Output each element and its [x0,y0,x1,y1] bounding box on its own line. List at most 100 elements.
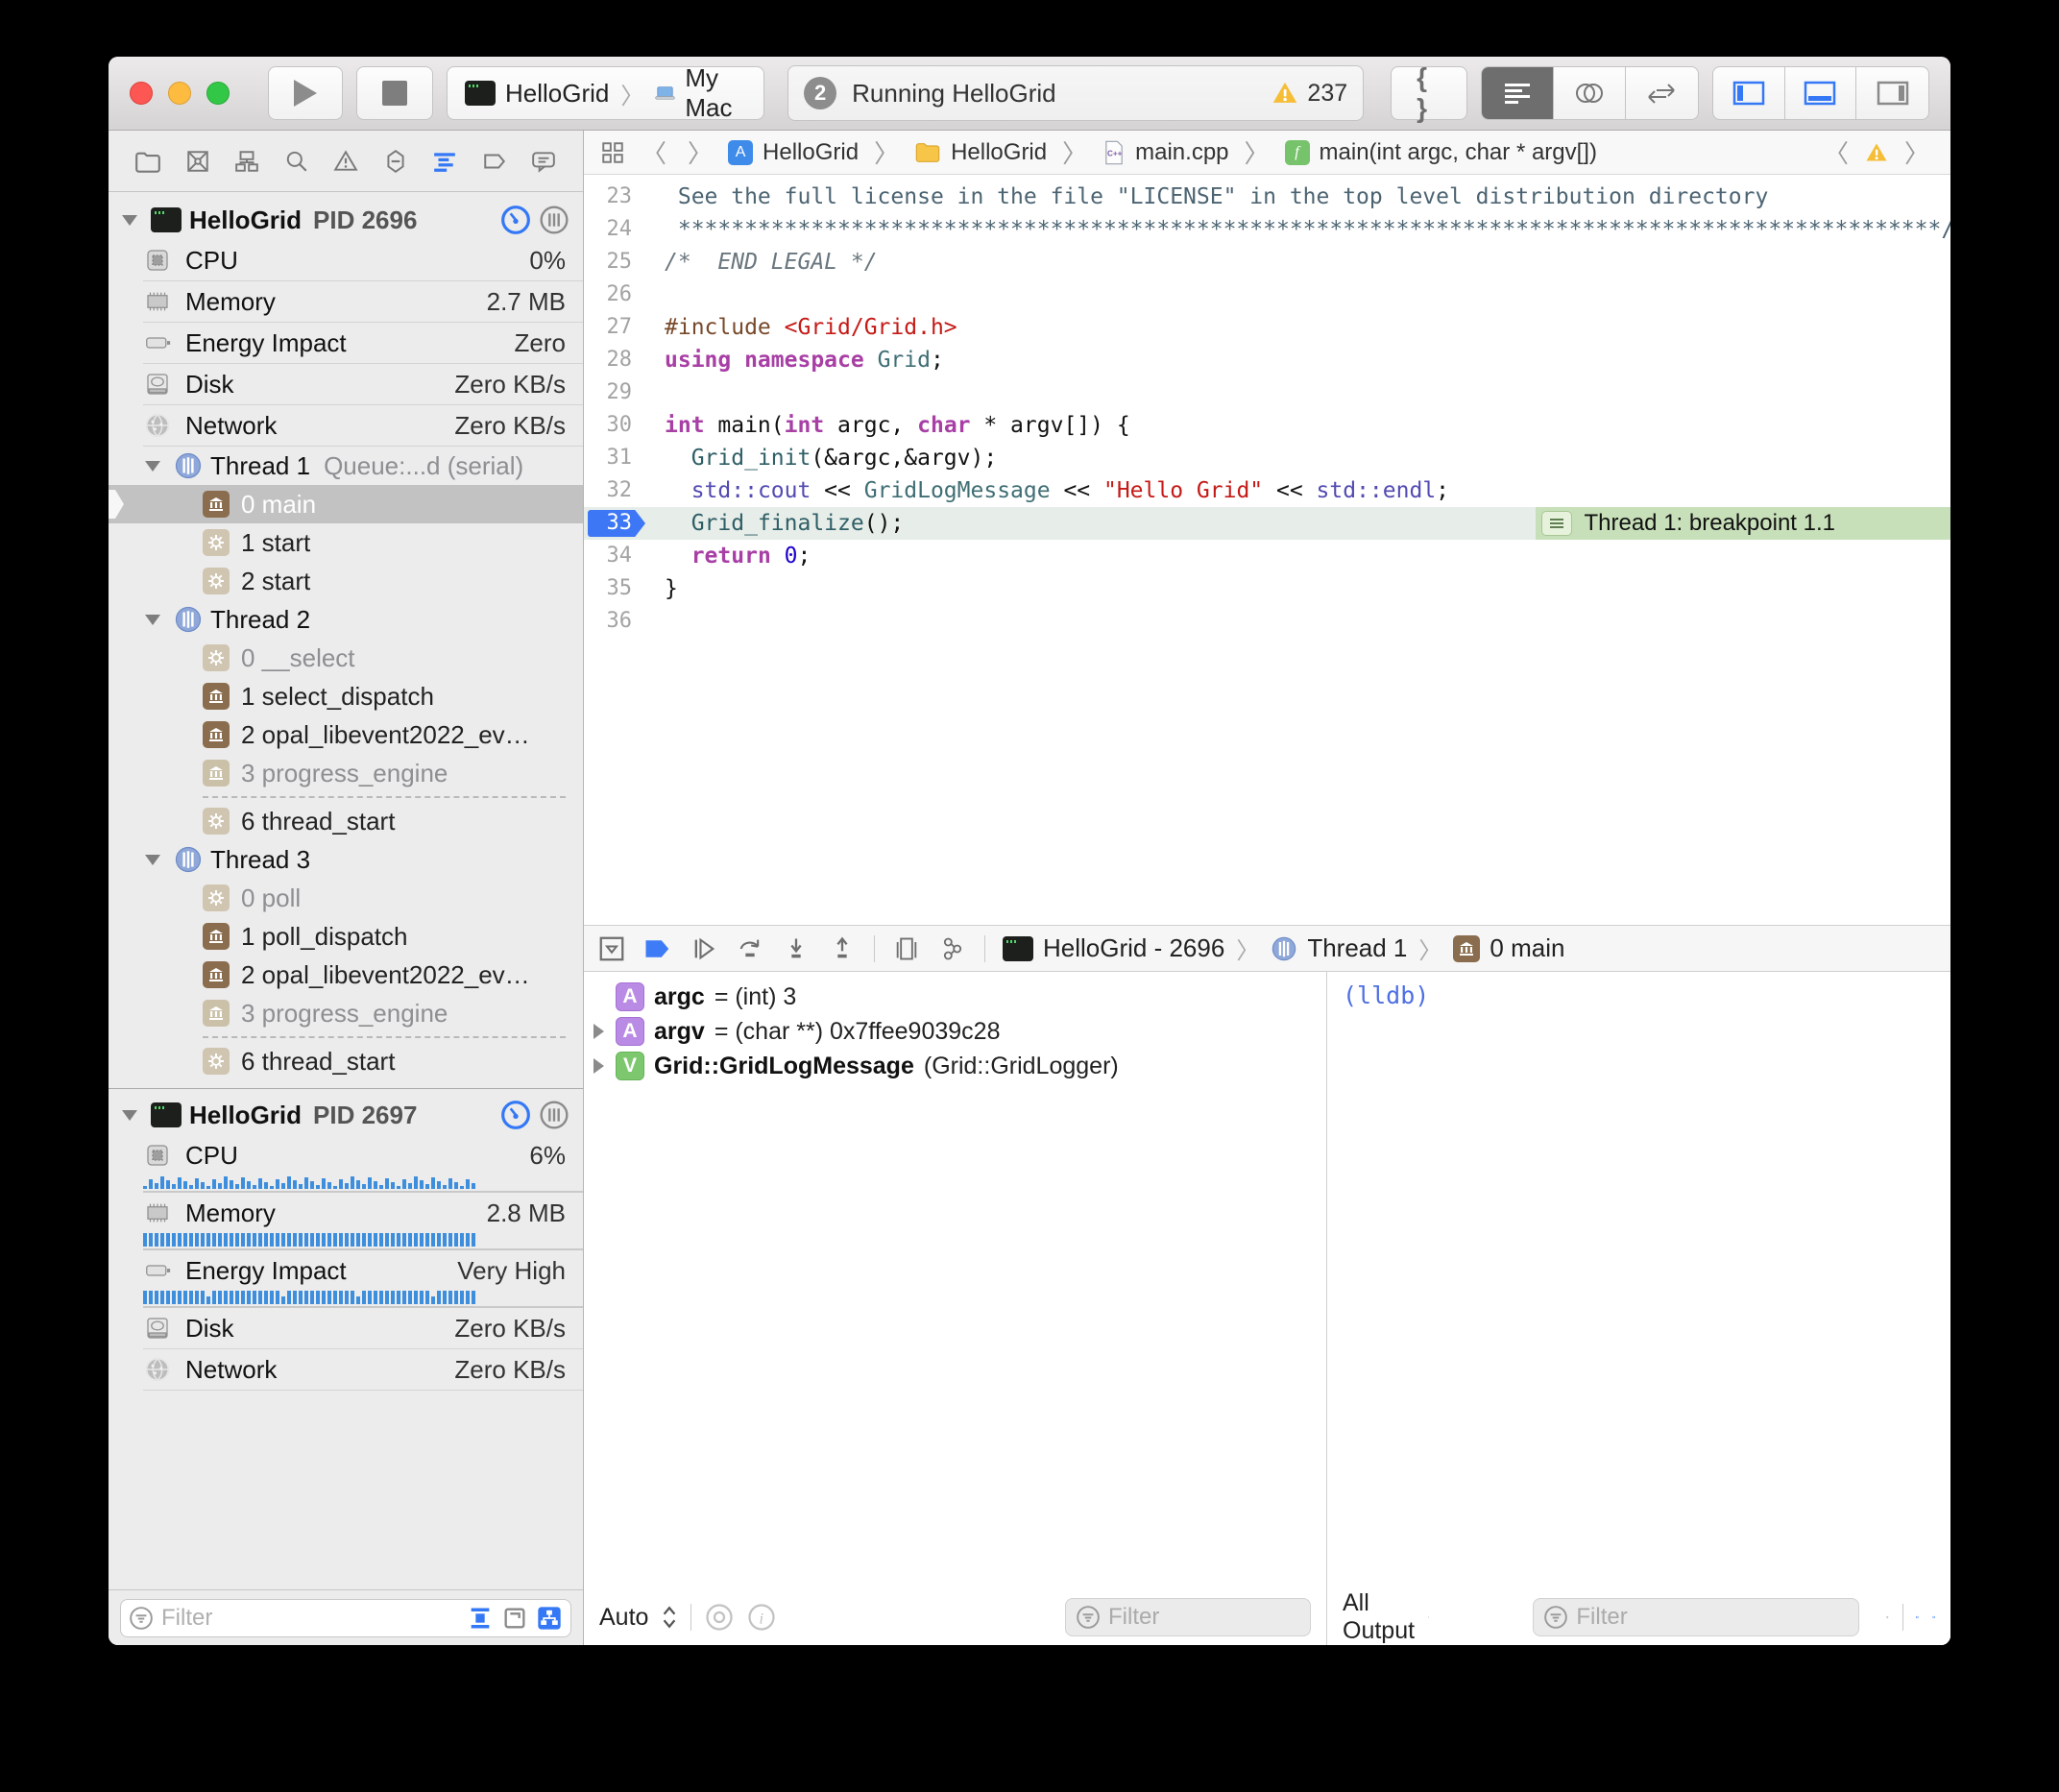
code-text[interactable]: } [647,572,678,605]
scheme-selector[interactable]: HelloGrid 〉 My Mac [447,66,764,120]
stack-frame-row[interactable]: 6 thread_start [109,1042,583,1080]
project-navigator-icon[interactable] [133,149,162,174]
stepper-icon[interactable] [662,1605,677,1630]
code-text[interactable]: See the full license in the file "LICENS… [647,181,1768,213]
issue-navigator-icon[interactable] [331,149,360,174]
disclosure-triangle[interactable] [122,1110,137,1121]
code-text[interactable]: int main(int argc, char * argv[]) { [647,409,1130,442]
gauge-row-energy-impact[interactable]: Energy ImpactZero [143,323,583,364]
show-crashed-threads-filter-icon[interactable] [501,1605,528,1632]
performance-gauge-icon[interactable] [500,1100,531,1130]
step-into-icon[interactable] [782,935,811,962]
stack-frame-row[interactable]: 6 thread_start [109,802,583,840]
show-console-view-icon[interactable] [1932,1603,1935,1632]
console-scope-popup[interactable]: All Output [1343,1589,1415,1645]
code-text[interactable]: std::cout << GridLogMessage << "Hello Gr… [647,474,1449,507]
quick-look-icon[interactable] [705,1603,734,1632]
hide-debug-area-icon[interactable] [597,934,626,963]
line-number[interactable]: 32 [584,474,647,507]
gauge-row-energy-impact[interactable]: Energy ImpactVery High [143,1250,583,1308]
show-running-blocks-filter-icon[interactable] [467,1605,494,1632]
code-text[interactable]: Grid_finalize(); [647,507,904,540]
memory-report-icon[interactable] [539,1100,569,1130]
variable-row[interactable]: Aargv= (char **) 0x7ffee9039c28 [584,1014,1326,1049]
variable-row[interactable]: VGrid::GridLogMessage(Grid::GridLogger) [584,1049,1326,1083]
code-text[interactable]: using namespace Grid; [647,344,944,376]
view-process-hierarchy-icon[interactable] [536,1605,563,1632]
standard-editor-button[interactable] [1482,67,1554,119]
thread-row[interactable]: Thread 1Queue:...d (serial) [109,447,583,485]
process-row[interactable]: HelloGridPID 2696 [109,200,583,240]
debugbar-thread[interactable]: Thread 1 [1307,933,1407,963]
code-text[interactable]: /* END LEGAL */ [647,246,878,278]
thread-row[interactable]: Thread 2 [109,600,583,639]
line-number[interactable]: 27 [584,311,647,344]
continue-execution-icon[interactable] [690,935,718,962]
line-number[interactable]: 28 [584,344,647,376]
debug-navigator-icon[interactable] [430,149,459,174]
annotation-menu-icon[interactable] [1541,511,1572,536]
breakpoint-navigator-icon[interactable] [480,149,509,174]
stack-frame-row[interactable]: 2 start [109,562,583,600]
search-navigator-icon[interactable] [282,149,311,174]
previous-issue-button[interactable]: 〈 [1818,134,1854,170]
line-number[interactable]: 36 [584,605,647,638]
gauge-row-disk[interactable]: DiskZero KB/s [143,364,583,405]
code-snippets-button[interactable]: { } [1391,66,1467,120]
stack-frame-row[interactable]: 1 start [109,523,583,562]
line-number[interactable]: 25 [584,246,647,278]
code-text[interactable]: Grid_init(&argc,&argv); [647,442,997,474]
source-editor[interactable]: 23 See the full license in the file "LIC… [584,175,1950,925]
code-text[interactable]: return 0; [647,540,811,572]
stop-button[interactable] [356,66,433,120]
breakpoints-toggle-icon[interactable] [643,936,672,961]
zoom-window-button[interactable] [206,82,230,105]
stack-frame-row[interactable]: 1 poll_dispatch [109,917,583,956]
breakpoint-line-number[interactable]: 33 [584,507,647,540]
stack-frame-row[interactable]: 0 __select [109,639,583,677]
toggle-debug-area-button[interactable] [1785,67,1857,119]
gauge-row-disk[interactable]: DiskZero KB/s [143,1308,583,1349]
back-button[interactable]: 〈 [636,134,672,170]
debug-view-hierarchy-icon[interactable] [892,935,921,962]
activity-viewer[interactable]: 2 Running HelloGrid 237 [787,65,1364,121]
print-description-icon[interactable]: i [747,1603,776,1632]
disclosure-triangle[interactable] [145,855,160,865]
line-number[interactable]: 30 [584,409,647,442]
line-number[interactable]: 23 [584,181,647,213]
jumpbar-symbol[interactable]: main(int argc, char * argv[]) [1320,139,1597,166]
memory-graph-icon[interactable] [938,935,967,962]
report-navigator-icon[interactable] [529,149,558,174]
stack-frame-row[interactable]: 3 progress_engine [109,754,583,792]
version-editor-button[interactable] [1626,67,1698,119]
thread-row[interactable]: Thread 3 [109,840,583,879]
code-text[interactable] [647,376,665,409]
console-filter-input[interactable] [1576,1604,1797,1631]
console-filter-field[interactable] [1533,1598,1859,1636]
line-number[interactable]: 34 [584,540,647,572]
stack-frame-row[interactable]: 1 select_dispatch [109,677,583,715]
line-number[interactable]: 29 [584,376,647,409]
disclosure-triangle[interactable] [593,1024,604,1039]
code-text[interactable] [647,278,665,311]
disclosure-triangle[interactable] [122,215,137,226]
process-row[interactable]: HelloGridPID 2697 [109,1095,583,1135]
variables-scope-popup[interactable]: Auto [599,1604,648,1632]
step-over-icon[interactable] [736,935,764,962]
line-number[interactable]: 31 [584,442,647,474]
code-text[interactable]: #include <Grid/Grid.h> [647,311,957,344]
breakpoint-annotation[interactable]: Thread 1: breakpoint 1.1 [1536,507,1950,540]
close-window-button[interactable] [130,82,153,105]
disclosure-triangle[interactable] [593,1058,604,1074]
jumpbar-group[interactable]: HelloGrid [951,139,1047,166]
line-number[interactable]: 35 [584,572,647,605]
stepper-icon[interactable] [1428,1605,1429,1630]
run-button[interactable] [268,66,343,120]
gauge-row-network[interactable]: NetworkZero KB/s [143,1349,583,1391]
stack-frame-row[interactable]: 0 main [109,485,583,523]
memory-report-icon[interactable] [539,205,569,235]
gauge-row-memory[interactable]: Memory2.8 MB [143,1193,583,1250]
clear-console-icon[interactable] [1886,1602,1889,1633]
stack-frame-row[interactable]: 0 poll [109,879,583,917]
assistant-editor-button[interactable] [1554,67,1626,119]
